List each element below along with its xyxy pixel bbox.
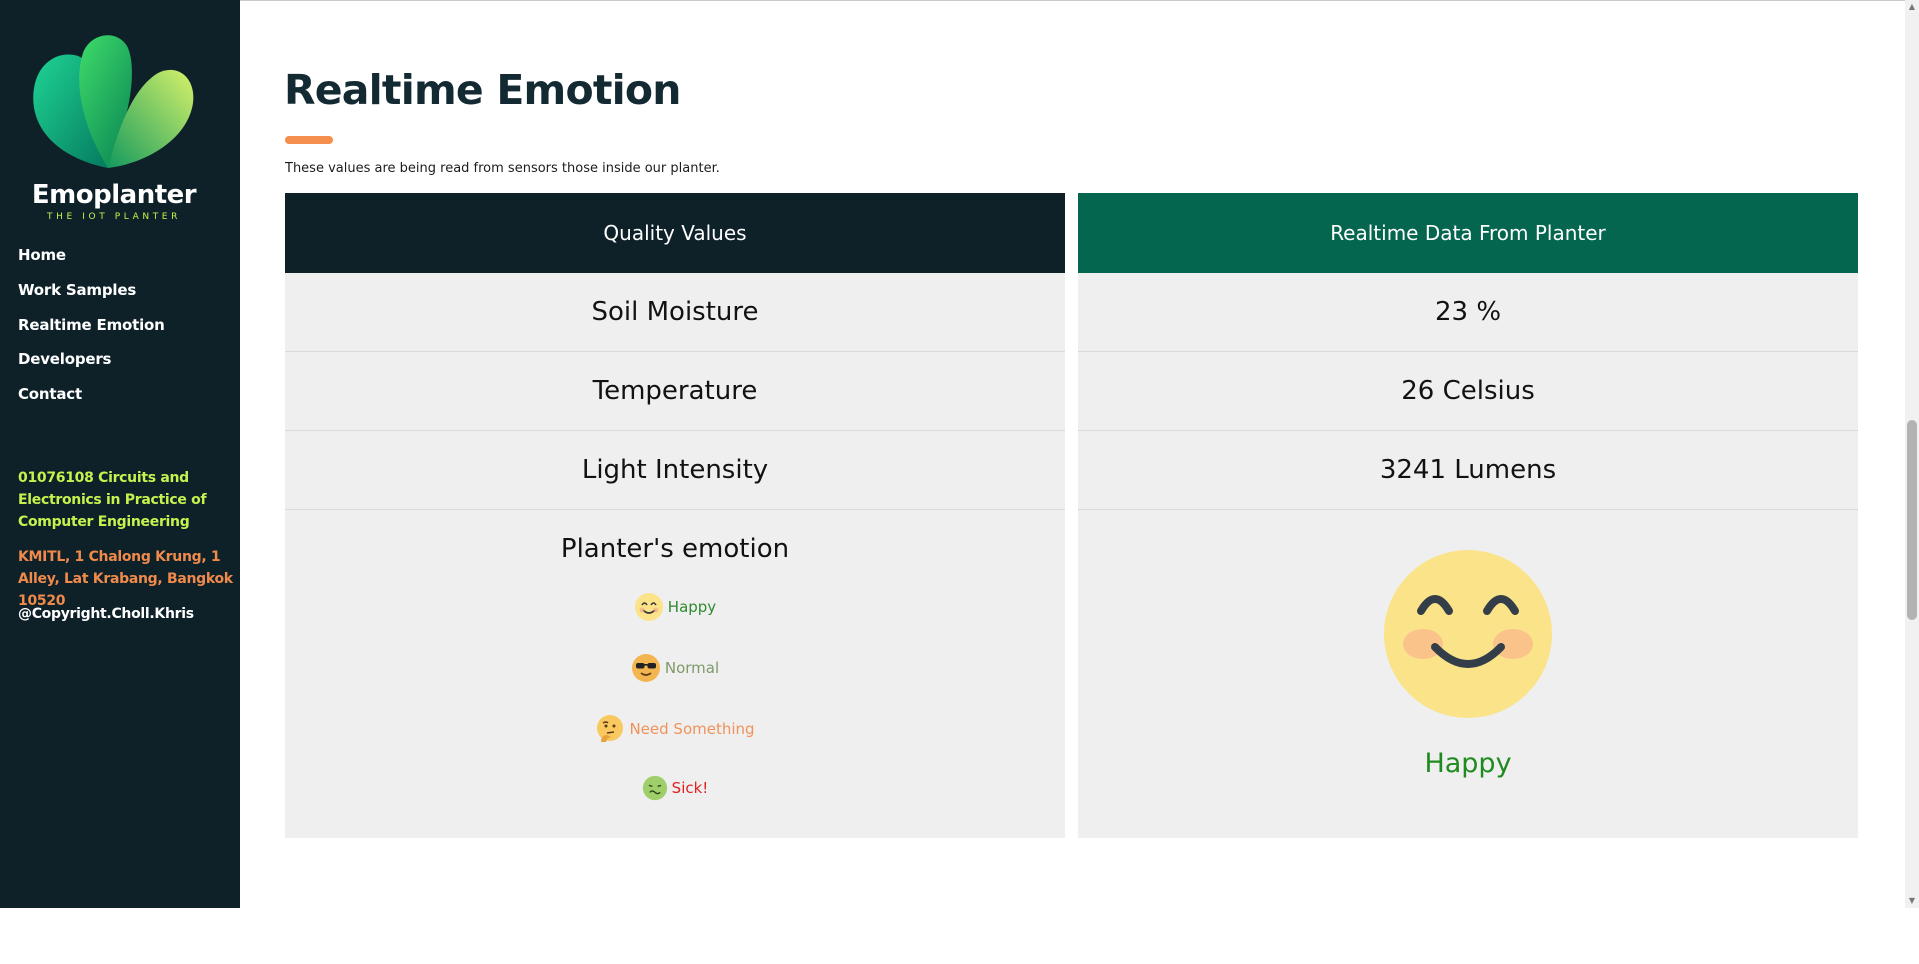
quality-values-column: Quality Values Soil Moisture Temperature… <box>285 193 1065 838</box>
legend-label-need-something: Need Something <box>629 720 755 738</box>
legend-label-normal: Normal <box>664 659 720 677</box>
brand-name: Emoplanter <box>31 180 197 210</box>
sunglasses-face-icon <box>631 654 660 682</box>
legend-label-sick: Sick! <box>671 779 709 797</box>
emotion-legend: Happy Normal Need Something Sick! <box>285 564 1065 964</box>
thinking-face-icon <box>597 715 624 742</box>
current-emotion-label: Happy <box>1424 748 1512 779</box>
brand-tagline: THE IOT PLANTER <box>47 212 181 222</box>
title-underline <box>285 136 333 144</box>
page-subtitle: These values are being read from sensors… <box>285 161 720 176</box>
row-label-soil-moisture: Soil Moisture <box>285 273 1065 352</box>
nav-item-developers[interactable]: Developers <box>18 350 111 368</box>
value-light-intensity: 3241 Lumens <box>1078 431 1858 510</box>
realtime-data-column: Realtime Data From Planter 23 % 26 Celsi… <box>1078 193 1858 838</box>
smiling-face-icon <box>1384 550 1552 718</box>
scrollbar-thumb[interactable] <box>1907 420 1917 620</box>
legend-item-happy: Happy <box>285 592 1065 622</box>
address-info: KMITL, 1 Chalong Krung, 1 Alley, Lat Kra… <box>18 549 233 609</box>
emotion-title: Planter's emotion <box>560 534 790 564</box>
nav-item-home[interactable]: Home <box>18 246 66 264</box>
row-label-temperature: Temperature <box>285 352 1065 431</box>
legend-item-normal: Normal <box>285 653 1065 683</box>
nav-item-work-samples[interactable]: Work Samples <box>18 281 136 299</box>
value-temperature: 26 Celsius <box>1078 352 1858 431</box>
realtime-data-header: Realtime Data From Planter <box>1078 193 1858 273</box>
value-soil-moisture: 23 % <box>1078 273 1858 352</box>
emoplanter-logo-icon[interactable] <box>28 28 198 178</box>
page-title: Realtime Emotion <box>284 66 681 114</box>
copyright: @Copyright.Choll.Khris <box>18 606 194 622</box>
legend-item-sick: Sick! <box>285 775 1065 801</box>
legend-label-happy: Happy <box>667 598 717 616</box>
nauseated-face-icon <box>642 775 667 801</box>
quality-values-header: Quality Values <box>285 193 1065 273</box>
course-info: 01076108 Circuits and Electronics in Pra… <box>18 470 207 530</box>
row-label-light-intensity: Light Intensity <box>285 431 1065 510</box>
legend-item-need-something: Need Something <box>285 714 1065 744</box>
sidebar: Emoplanter THE IOT PLANTER Home Work Sam… <box>0 0 240 908</box>
scroll-up-icon[interactable]: ▲ <box>1907 0 1917 14</box>
scroll-down-icon[interactable]: ▼ <box>1907 894 1917 908</box>
nav-item-realtime-emotion[interactable]: Realtime Emotion <box>18 316 165 334</box>
smiling-face-icon <box>634 593 663 621</box>
nav-item-contact[interactable]: Contact <box>18 385 82 403</box>
top-border <box>240 0 1905 1</box>
